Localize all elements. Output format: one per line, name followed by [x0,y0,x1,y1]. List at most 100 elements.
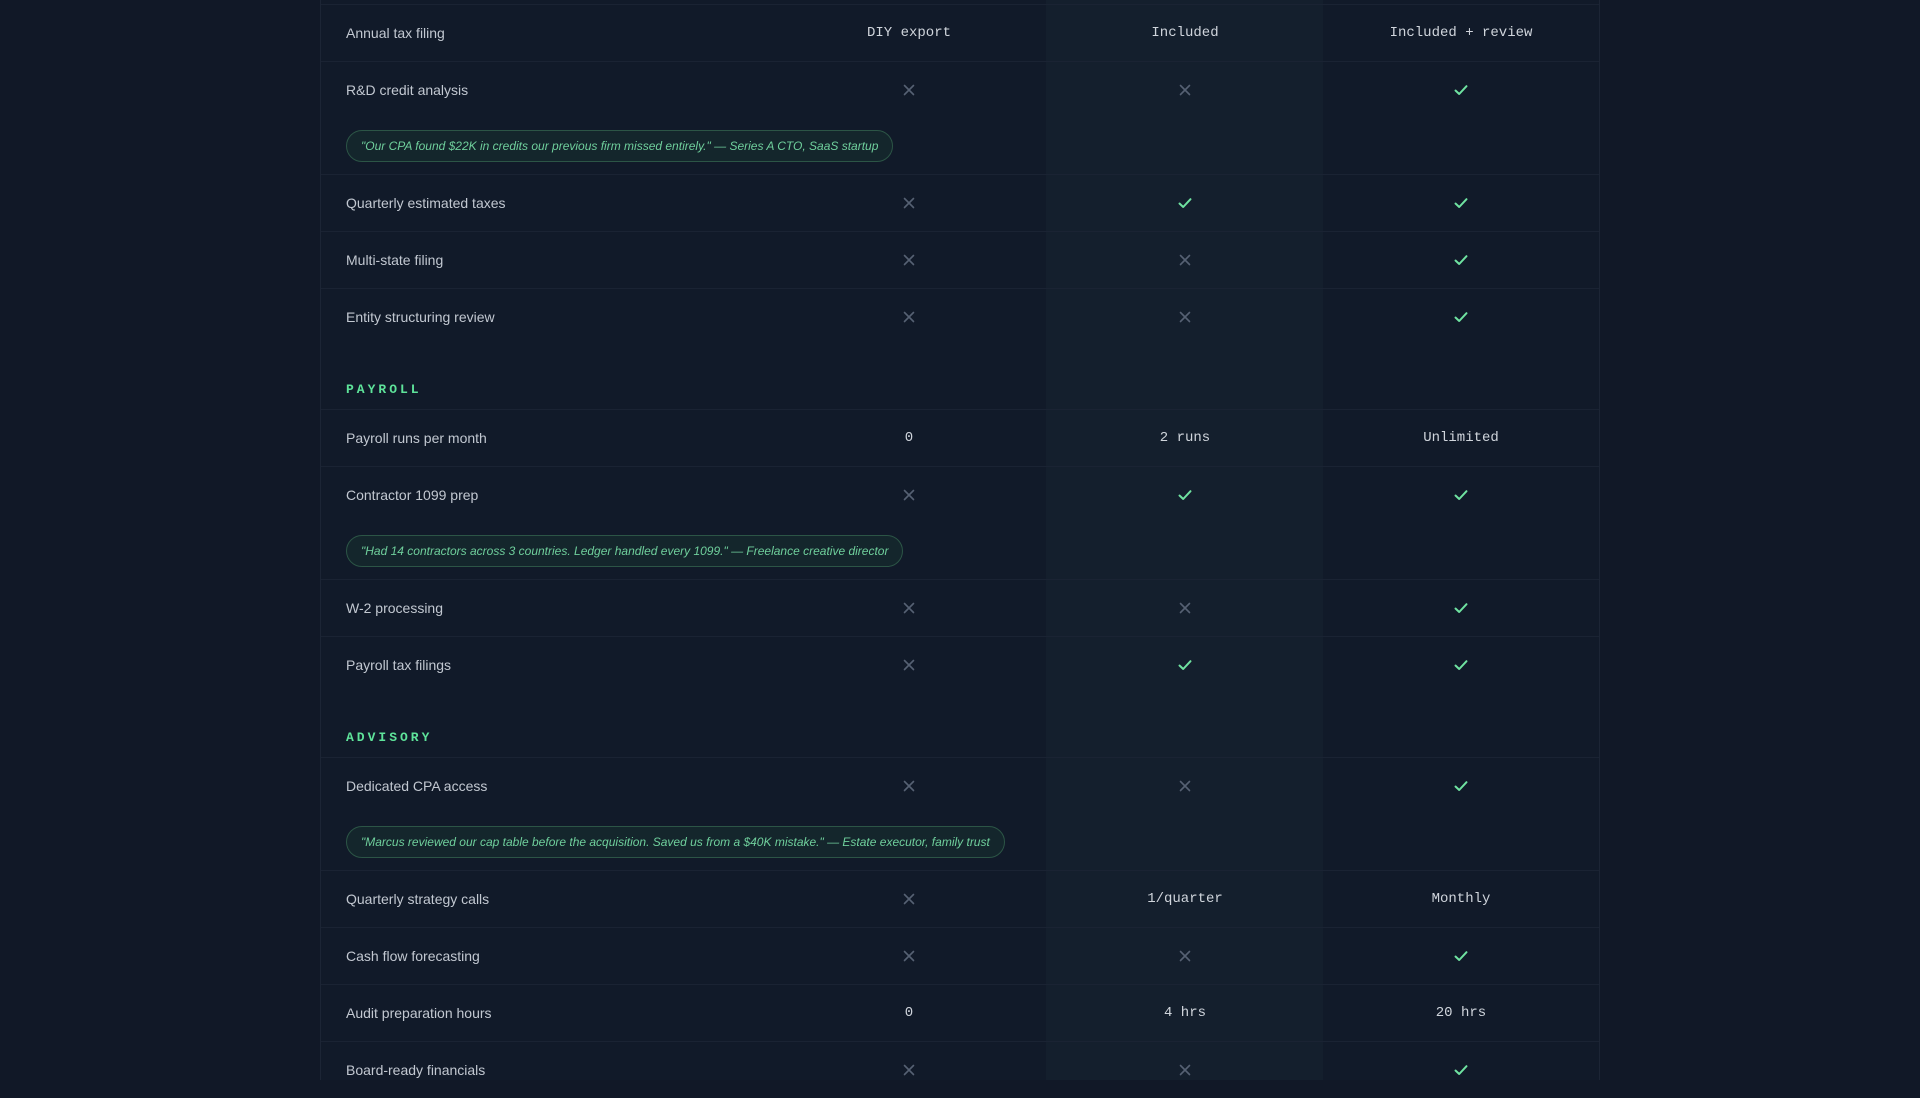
feature-label: Board-ready financials [346,1062,486,1078]
check-icon [1454,312,1468,322]
cross-icon [903,84,915,96]
cross-icon [1179,602,1191,614]
check-icon [1454,255,1468,265]
cross-icon [903,780,915,792]
check-icon [1454,198,1468,208]
cross-icon [903,950,915,962]
cross-icon [903,489,915,501]
testimonial-quote: "Our CPA found $22K in credits our previ… [346,130,894,162]
testimonial-row: "Had 14 contractors across 3 countries. … [321,523,1599,579]
table-row: Contractor 1099 prep [321,466,1599,523]
plan-cell-1: DIY export [866,25,951,41]
cross-icon [903,254,915,266]
section-title: PAYROLL [346,382,422,397]
feature-label: Contractor 1099 prep [346,487,479,503]
feature-label: Quarterly estimated taxes [346,195,506,211]
feature-label: Multi-state filing [346,252,444,268]
table-row: Annual tax filing DIY export Included Inclu… [321,4,1599,61]
plan-cell-2 [1047,780,1323,792]
plan-cell-3 [1323,195,1599,211]
section-header: ADVISORY [321,693,1599,757]
plan-cell-3 [1323,82,1599,98]
plan-cell-1 [771,780,1047,792]
cross-icon [1179,950,1191,962]
feature-label: Annual tax filing [346,25,445,41]
feature-label: R&D credit analysis [346,82,469,98]
cross-icon [903,659,915,671]
plan-cell-1 [771,489,1047,501]
plan-cell-2 [1047,254,1323,266]
table-row: Quarterly strategy calls 1/quarter Monthly [321,870,1599,927]
plan-cell-2: 1/quarter [1147,891,1223,907]
table-row: Board-ready financials [321,1041,1599,1098]
table-row: Audit preparation hours 0 4 hrs 20 hrs [321,984,1599,1041]
cross-icon [903,311,915,323]
section-title: ADVISORY [346,730,433,745]
plan-cell-3 [1323,948,1599,964]
testimonial-quote: "Had 14 contractors across 3 countries. … [346,535,904,567]
plan-cell-3: Included + review [1389,25,1533,41]
section-header: PAYROLL [321,345,1599,409]
plan-cell-2 [1047,84,1323,96]
plan-cell-1 [771,1064,1047,1076]
table-row: W-2 processing [321,579,1599,636]
table-row: Payroll tax filings [321,636,1599,693]
cross-icon [903,602,915,614]
check-icon [1454,781,1468,791]
table-row: Entity structuring review [321,288,1599,345]
check-icon [1178,198,1192,208]
cross-icon [1179,84,1191,96]
check-icon [1454,603,1468,613]
comparison-table: Annual tax filing DIY export Included Inclu… [320,0,1600,1080]
plan-cell-2 [1047,657,1323,673]
plan-cell-2 [1047,602,1323,614]
plan-cell-1 [771,197,1047,209]
plan-cell-1 [771,950,1047,962]
plan-cell-2: Included [1151,25,1219,41]
plan-cell-1 [771,893,1047,905]
table-row: Multi-state filing [321,231,1599,288]
check-icon [1454,1065,1468,1075]
table-row: Dedicated CPA access [321,757,1599,814]
cross-icon [1179,780,1191,792]
plan-cell-2: 2 runs [1159,430,1211,446]
plan-cell-3 [1323,657,1599,673]
feature-label: Dedicated CPA access [346,778,488,794]
plan-cell-1 [771,602,1047,614]
plan-cell-2: 4 hrs [1163,1005,1206,1021]
check-icon [1454,660,1468,670]
feature-label: W-2 processing [346,600,444,616]
table-row: Payroll runs per month 0 2 runs Unlimited [321,409,1599,466]
plan-cell-3: Unlimited [1423,430,1499,446]
plan-cell-3 [1323,778,1599,794]
plan-cell-3: 20 hrs [1435,1005,1487,1021]
plan-cell-2 [1047,195,1323,211]
check-icon [1178,660,1192,670]
cross-icon [903,893,915,905]
check-icon [1454,490,1468,500]
plan-cell-1: 0 [904,430,914,446]
plan-cell-2 [1047,950,1323,962]
cross-icon [1179,254,1191,266]
plan-cell-3 [1323,309,1599,325]
table-row: R&D credit analysis [321,61,1599,118]
testimonial-row: "Our CPA found $22K in credits our previ… [321,118,1599,174]
feature-label: Entity structuring review [346,309,495,325]
plan-cell-3 [1323,600,1599,616]
plan-cell-2 [1047,311,1323,323]
plan-cell-1 [771,254,1047,266]
table-rows: Annual tax filing DIY export Included Inclu… [321,4,1599,1098]
plan-cell-2 [1047,487,1323,503]
table-row: Cash flow forecasting [321,927,1599,984]
plan-cell-3 [1323,1062,1599,1078]
testimonial-quote: "Marcus reviewed our cap table before th… [346,826,1005,858]
feature-label: Cash flow forecasting [346,948,480,964]
plan-cell-1 [771,659,1047,671]
plan-cell-3: Monthly [1431,891,1491,907]
plan-cell-1: 0 [904,1005,914,1021]
cross-icon [1179,311,1191,323]
check-icon [1178,490,1192,500]
feature-label: Audit preparation hours [346,1005,492,1021]
cross-icon [903,197,915,209]
plan-cell-1 [771,311,1047,323]
